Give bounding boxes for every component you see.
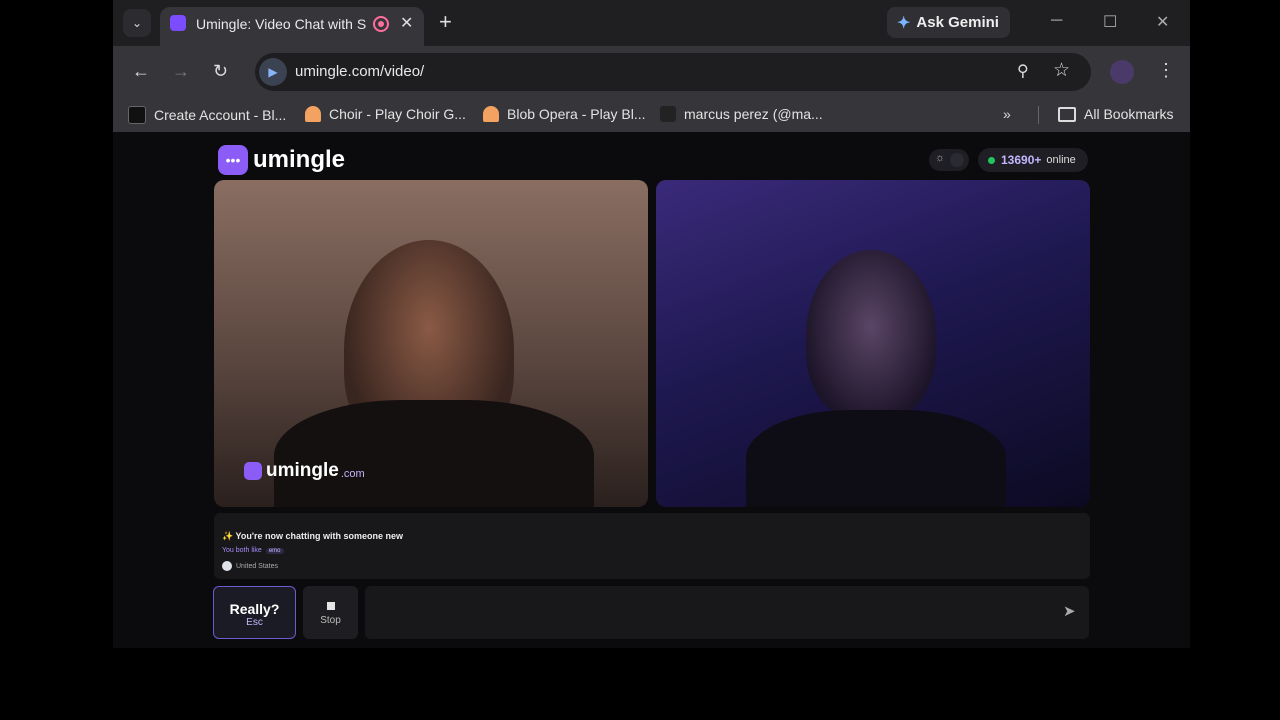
bookmark-favicon-icon	[483, 106, 499, 122]
minimize-icon[interactable]: ─	[1051, 12, 1062, 30]
stop-icon	[326, 602, 335, 610]
theme-toggle[interactable]: ☼	[929, 149, 969, 171]
gemini-sparkle-icon: ✦	[897, 14, 911, 32]
message-input[interactable]	[375, 600, 1039, 626]
maximize-icon[interactable]: ☐	[1103, 12, 1117, 32]
bookmark-favicon-icon	[128, 106, 146, 124]
bookmark-item[interactable]: Create Account - Bl...	[128, 106, 286, 124]
self-video	[656, 180, 1090, 507]
watermark-suffix: .com	[340, 468, 365, 480]
online-counter: 13690+ online	[978, 148, 1088, 172]
bookmark-star-icon[interactable]: ☆	[1053, 59, 1070, 82]
bookmarks-bar: Create Account - Bl... Choir - Play Choi…	[113, 98, 1190, 132]
online-status-dot	[988, 156, 995, 164]
sun-icon: ☼	[935, 152, 946, 164]
site-logo[interactable]: ••• umingle	[218, 145, 345, 175]
bookmark-label: Blob Opera - Play Bl...	[507, 106, 646, 122]
back-arrow-icon[interactable]: ←	[132, 61, 150, 82]
skip-button-label: Really?	[229, 601, 280, 617]
skip-hotkey: Esc	[246, 617, 263, 628]
country-label: United States	[236, 562, 279, 570]
chat-status-line: ✨ You're now chatting with someone new	[222, 531, 404, 541]
stop-label: Stop	[320, 615, 341, 626]
browser-window: ⌄ Umingle: Video Chat with Strangers ✕ +…	[113, 0, 1190, 648]
more-bookmarks-icon[interactable]: »	[1003, 106, 1011, 122]
active-tab[interactable]: Umingle: Video Chat with Strangers ✕	[160, 7, 424, 46]
tab-search-button[interactable]: ⌄	[123, 9, 151, 37]
bookmark-item[interactable]: Choir - Play Choir G...	[305, 106, 466, 122]
bookmark-label: marcus perez (@ma...	[684, 106, 823, 122]
new-tab-button[interactable]: +	[439, 10, 452, 34]
folder-icon	[1058, 106, 1076, 122]
umingle-favicon-icon	[170, 15, 186, 31]
bookmark-item[interactable]: Blob Opera - Play Bl...	[483, 106, 646, 122]
video-person-shape	[806, 250, 936, 420]
ask-gemini-button[interactable]: ✦ Ask Gemini	[887, 7, 1010, 38]
skip-button[interactable]: Really? Esc	[213, 586, 296, 639]
url-text[interactable]: umingle.com/video/	[295, 63, 424, 80]
reload-icon[interactable]: ↻	[213, 61, 228, 82]
umingle-page: ••• umingle ☼ 13690+ online umingle .com	[113, 140, 1190, 648]
umingle-watermark: umingle .com	[244, 460, 365, 482]
send-icon[interactable]: ➤	[1063, 602, 1076, 620]
browser-toolbar: ← → ↻ ▶ umingle.com/video/ ⚲ ☆ ⋮	[113, 46, 1190, 98]
chat-log: ✨ You're now chatting with someone new Y…	[214, 513, 1090, 579]
profile-avatar[interactable]	[1110, 60, 1134, 84]
online-label: online	[1046, 154, 1076, 166]
address-bar[interactable]: ▶ umingle.com/video/ ⚲ ☆	[255, 53, 1091, 91]
bookmark-label: Create Account - Bl...	[154, 107, 287, 123]
watermark-text: umingle	[266, 460, 339, 481]
online-count: 13690+	[1001, 153, 1042, 167]
ask-gemini-label: Ask Gemini	[916, 14, 999, 31]
both-like-label: You both like	[222, 547, 262, 554]
bookmark-label: Choir - Play Choir G...	[329, 106, 466, 122]
all-bookmarks-button[interactable]: All Bookmarks	[1058, 106, 1173, 122]
close-tab-icon[interactable]: ✕	[400, 13, 413, 33]
watermark-logo-icon	[244, 462, 262, 480]
logo-text: umingle	[253, 146, 346, 173]
all-bookmarks-label: All Bookmarks	[1084, 106, 1174, 122]
chat-bubble-icon: •••	[218, 145, 248, 175]
bookmarks-divider	[1038, 106, 1039, 124]
message-box: ➤	[365, 586, 1089, 639]
bookmark-favicon-icon	[305, 106, 321, 122]
video-shirt-shape	[274, 400, 594, 507]
stranger-country: United States	[222, 561, 278, 571]
zoom-icon[interactable]: ⚲	[1017, 61, 1029, 81]
tiktok-icon	[660, 106, 676, 122]
site-camera-icon[interactable]: ▶	[259, 58, 287, 86]
shared-interests: You both like emo	[222, 547, 284, 554]
stop-button[interactable]: Stop	[303, 586, 358, 639]
toggle-knob	[950, 153, 964, 167]
kebab-menu-icon[interactable]: ⋮	[1157, 60, 1175, 81]
recording-indicator-icon	[373, 16, 389, 32]
tab-strip: ⌄ Umingle: Video Chat with Strangers ✕ +…	[113, 0, 1190, 46]
video-shirt-shape	[746, 410, 1006, 507]
us-flag-icon	[222, 561, 232, 571]
tab-title: Umingle: Video Chat with Strangers	[196, 16, 366, 32]
interest-tag: emo	[265, 547, 284, 554]
bookmark-item[interactable]: marcus perez (@ma...	[660, 106, 823, 122]
forward-arrow-icon[interactable]: →	[172, 61, 190, 82]
stranger-video: umingle .com	[214, 180, 648, 507]
close-window-icon[interactable]: ✕	[1156, 12, 1169, 32]
